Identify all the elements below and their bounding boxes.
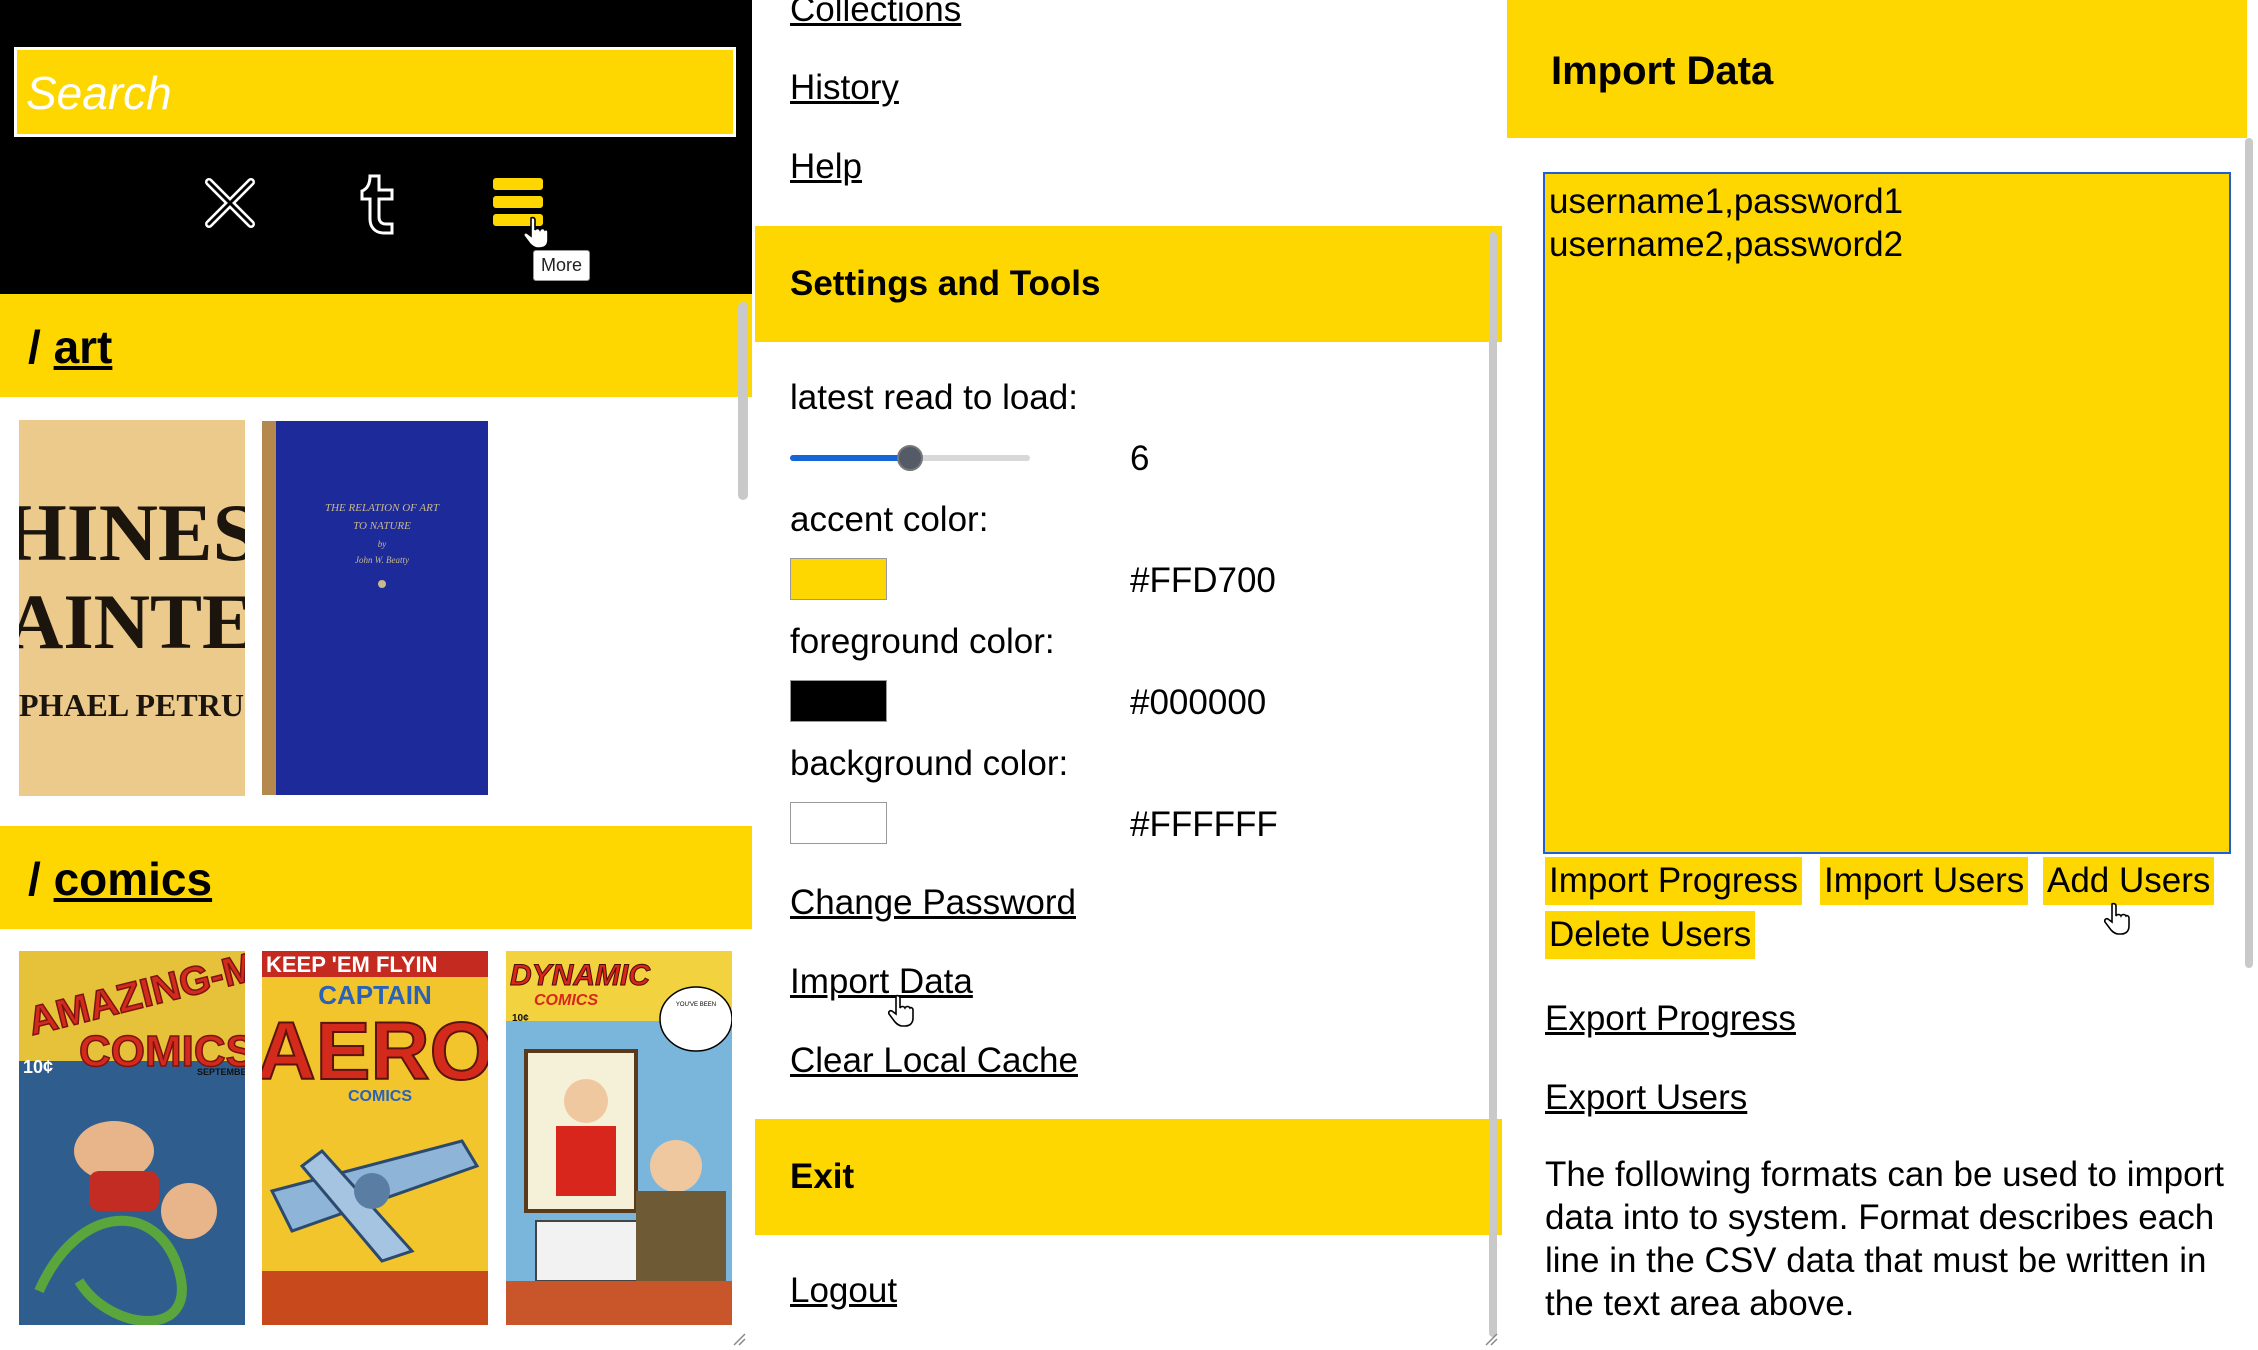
- section-prefix: /: [28, 853, 41, 905]
- hand-cursor-icon: [523, 216, 549, 249]
- comic-cover-dynamic[interactable]: DYNAMIC COMICS 10¢ YOU'VE BEEN: [506, 951, 732, 1327]
- help-link[interactable]: Help: [790, 147, 862, 187]
- import-data-link[interactable]: Import Data: [790, 962, 973, 1002]
- comic3-subtitle: COMICS: [534, 992, 598, 1009]
- section-link-art[interactable]: art: [54, 321, 113, 373]
- settings-header-label: Settings and Tools: [790, 264, 1101, 303]
- foreground-color-label: foreground color:: [790, 622, 1055, 661]
- comic2-line3: COMICS: [348, 1088, 412, 1105]
- art-cover2-line2: TO NATURE: [353, 520, 411, 532]
- import-progress-button[interactable]: Import Progress: [1545, 857, 1802, 905]
- change-password-link[interactable]: Change Password: [790, 883, 1076, 923]
- art-cover-relation[interactable]: THE RELATION OF ART TO NATURE by John W.…: [262, 421, 488, 797]
- import-data-textarea[interactable]: [1543, 172, 2231, 854]
- top-toolbar: Search More: [0, 0, 752, 294]
- art-cover1-line2: AINTER: [19, 578, 245, 665]
- comic2-banner: KEEP 'EM FLYIN: [266, 952, 438, 977]
- tumblr-icon[interactable]: [340, 168, 410, 238]
- hand-cursor-icon: [2104, 902, 2130, 935]
- left-scrollbar[interactable]: [738, 302, 748, 500]
- collections-link[interactable]: Collections: [790, 0, 961, 30]
- resize-grip-icon[interactable]: [730, 1330, 746, 1346]
- art-cover1-line3: PHAEL PETRUC: [19, 687, 245, 723]
- art-cover2-line1: THE RELATION OF ART: [325, 502, 440, 514]
- clear-local-cache-link[interactable]: Clear Local Cache: [790, 1041, 1078, 1081]
- foreground-color-swatch[interactable]: [790, 680, 887, 722]
- history-link[interactable]: History: [790, 68, 899, 108]
- right-scrollbar[interactable]: [2245, 138, 2253, 968]
- exit-header-label: Exit: [790, 1157, 855, 1196]
- comic2-line2: AERO: [262, 1006, 488, 1097]
- exit-header: Exit: [755, 1119, 1502, 1235]
- art-cover1-line1: HINES: [19, 487, 245, 578]
- left-panel: Search More / art HINES AINTE PHAEL PETR…: [0, 0, 752, 1350]
- art-cover2-line3: by: [378, 539, 387, 549]
- latest-read-label: latest read to load:: [790, 378, 1078, 417]
- delete-users-button[interactable]: Delete Users: [1545, 911, 1756, 959]
- background-color-swatch[interactable]: [790, 802, 887, 844]
- export-users-link[interactable]: Export Users: [1545, 1078, 1747, 1118]
- middle-scrollbar[interactable]: [1489, 232, 1497, 1337]
- section-link-comics[interactable]: comics: [54, 853, 213, 905]
- settings-panel: Collections History Help Settings and To…: [752, 0, 1502, 1350]
- comic1-month: SEPTEMBER: [197, 1067, 245, 1077]
- comic-cover-amazing-man[interactable]: AMAZING-MAN COMICS 10¢ SEPTEMBER: [19, 951, 245, 1327]
- accent-color-value: #FFD700: [1130, 561, 1276, 600]
- hand-cursor-icon: [888, 994, 914, 1027]
- tooltip: More: [533, 250, 591, 281]
- import-format-description: The following formats can be used to imp…: [1545, 1155, 2224, 1323]
- logout-link[interactable]: Logout: [790, 1271, 897, 1311]
- import-users-button[interactable]: Import Users: [1820, 857, 2029, 905]
- section-header-art: / art: [0, 294, 752, 397]
- import-data-header: Import Data: [1507, 0, 2247, 138]
- art-cover-painter[interactable]: HINES AINTER PHAEL PETRUC: [19, 420, 245, 796]
- section-prefix: /: [28, 321, 41, 373]
- accent-color-label: accent color:: [790, 500, 989, 539]
- foreground-color-value: #000000: [1130, 683, 1267, 722]
- comic3-bubble: YOU'VE BEEN: [676, 1002, 716, 1008]
- settings-header: Settings and Tools: [755, 226, 1502, 342]
- accent-color-swatch[interactable]: [790, 558, 887, 600]
- comic-cover-captain-aero[interactable]: KEEP 'EM FLYIN CAPTAIN AERO COMICS: [262, 951, 488, 1327]
- resize-grip-icon[interactable]: [1482, 1330, 1498, 1346]
- comic1-price: 10¢: [23, 1057, 53, 1077]
- search-input[interactable]: Search: [14, 47, 736, 137]
- background-color-value: #FFFFFF: [1130, 805, 1278, 844]
- background-color-label: background color:: [790, 744, 1069, 783]
- close-icon[interactable]: [195, 168, 265, 238]
- comic3-price: 10¢: [512, 1013, 529, 1024]
- latest-read-value: 6: [1130, 439, 1150, 478]
- art-cover2-line4: John W. Beatty: [355, 555, 409, 565]
- section-header-comics: / comics: [0, 826, 752, 929]
- add-users-button[interactable]: Add Users: [2043, 857, 2215, 905]
- comic3-title: DYNAMIC: [510, 959, 651, 992]
- latest-read-slider-thumb[interactable]: [897, 445, 923, 471]
- import-data-panel: Import Data Import Progress Import Users…: [1507, 0, 2258, 1350]
- latest-read-slider-fill: [790, 455, 912, 461]
- export-progress-link[interactable]: Export Progress: [1545, 999, 1796, 1039]
